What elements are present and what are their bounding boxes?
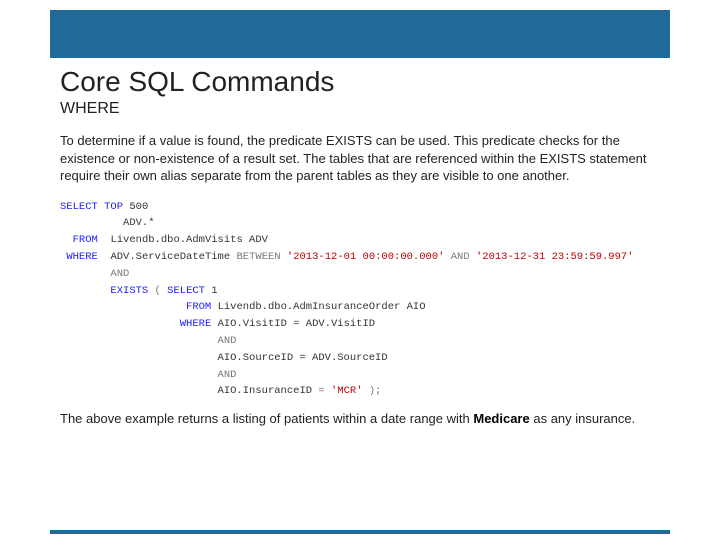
cond-lhs: ADV.ServiceDateTime	[110, 251, 230, 263]
kw-inner-from: FROM	[186, 301, 211, 313]
kw-top: TOP	[104, 201, 123, 213]
date-to: '2013-12-31 23:59:59.997'	[476, 251, 634, 263]
date-from: '2013-12-01 00:00:00.000'	[287, 251, 445, 263]
kw-from: FROM	[73, 234, 98, 246]
kw-between: BETWEEN	[236, 251, 280, 263]
outro-bold: Medicare	[473, 411, 529, 426]
kw-inner-and-1: AND	[218, 335, 237, 347]
intro-paragraph: To determine if a value is found, the pr…	[60, 132, 665, 185]
page-subtitle: WHERE	[60, 100, 670, 118]
select-cols: ADV.*	[123, 217, 155, 229]
kw-inner-where: WHERE	[180, 318, 212, 330]
inner-cols: 1	[211, 285, 217, 297]
kw-exists: EXISTS	[110, 285, 148, 297]
slide: Core SQL Commands WHERE To determine if …	[0, 10, 720, 550]
header-bar	[50, 10, 670, 58]
table-outer: Livendb.dbo.AdmVisits ADV	[110, 234, 268, 246]
footer-rule	[50, 530, 670, 534]
kw-inner-and-2: AND	[218, 369, 237, 381]
inner-cond-3-rhs: 'MCR'	[331, 385, 363, 397]
kw-select: SELECT	[60, 201, 98, 213]
kw-and-between: AND	[451, 251, 470, 263]
kw-where: WHERE	[66, 251, 98, 263]
sql-code-block: SELECT TOP 500 ADV.* FROM Livendb.dbo.Ad…	[60, 199, 680, 401]
eq: =	[318, 385, 324, 397]
outro-post: as any insurance.	[530, 411, 636, 426]
inner-cond-3-lhs: AIO.InsuranceID	[218, 385, 313, 397]
inner-cond-1: AIO.VisitID = ADV.VisitID	[218, 318, 376, 330]
paren-close: );	[369, 385, 382, 397]
kw-inner-select: SELECT	[167, 285, 205, 297]
page-title: Core SQL Commands	[60, 66, 670, 98]
inner-table: Livendb.dbo.AdmInsuranceOrder AIO	[218, 301, 426, 313]
top-n: 500	[129, 201, 148, 213]
outro-paragraph: The above example returns a listing of p…	[60, 410, 665, 428]
inner-cond-2: AIO.SourceID = ADV.SourceID	[218, 352, 388, 364]
kw-and-1: AND	[110, 268, 129, 280]
paren-open: (	[155, 285, 161, 297]
outro-pre: The above example returns a listing of p…	[60, 411, 473, 426]
